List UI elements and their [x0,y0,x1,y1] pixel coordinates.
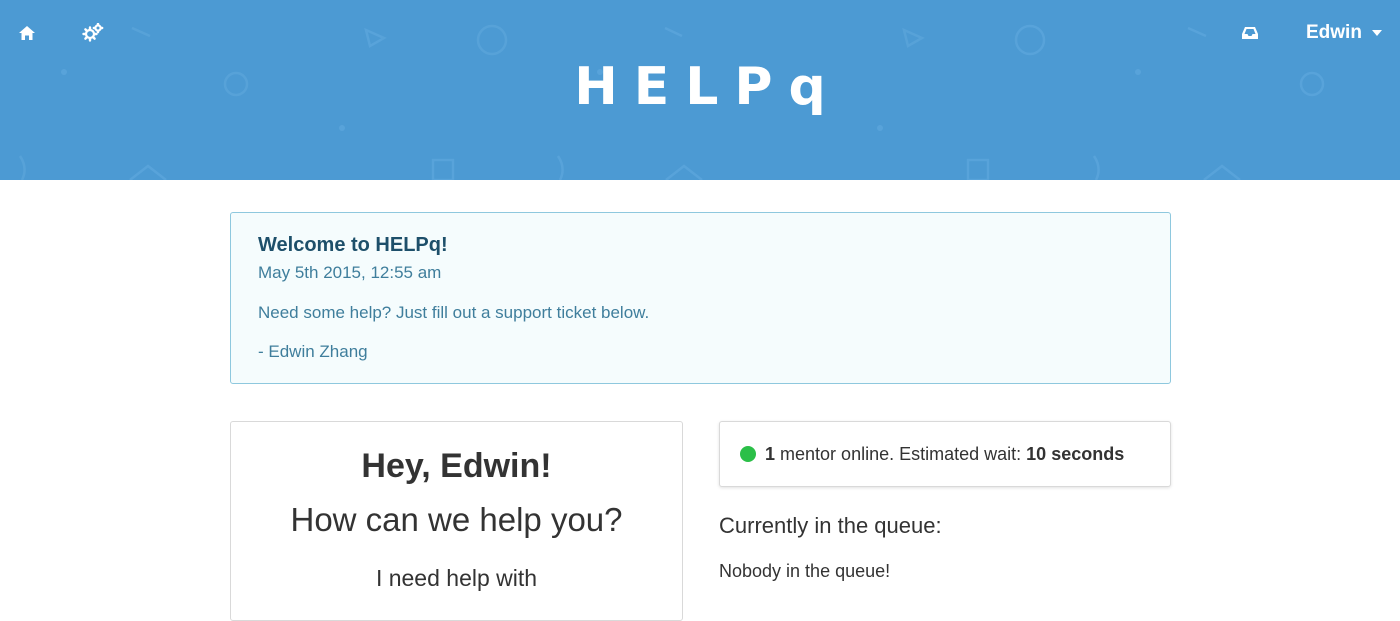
help-greeting: Hey, Edwin! [361,447,552,485]
queue-empty-message: Nobody in the queue! [719,561,891,581]
mentor-status-card: 1 mentor online. Estimated wait: 10 seco… [719,421,1171,487]
announcement-title: Welcome to HELPq! [258,234,448,256]
queue-heading: Currently in the queue: [719,513,942,538]
caret-down-icon[interactable] [1371,30,1382,36]
mentor-count: 1 [765,443,776,464]
online-status-dot-icon [740,446,756,462]
estimated-wait-time: 10 seconds [1026,443,1125,464]
mentor-status-label: mentor online. Estimated wait: [780,443,1022,464]
mentor-status-text: 1 mentor online. Estimated wait: 10 seco… [765,444,1124,465]
announcement-date: May 5th 2015, 12:55 am [258,263,442,282]
announcement-signature: - Edwin Zhang [258,342,368,361]
header-bar: Edwin HELPq [0,0,1400,180]
help-request-card: Hey, Edwin! How can we help you? I need … [230,421,683,621]
announcement-panel: Welcome to HELPq! May 5th 2015, 12:55 am… [230,212,1171,384]
user-menu-dropdown[interactable]: Edwin [1306,20,1382,46]
cogs-icon[interactable] [82,22,104,44]
user-name[interactable]: Edwin [1306,22,1362,44]
brand-logo-text: HELPq [574,57,842,117]
help-question: How can we help you? [290,501,623,538]
home-icon[interactable] [16,22,38,44]
inbox-icon[interactable] [1239,22,1261,44]
need-help-label: I need help with [375,565,538,591]
announcement-body: Need some help? Just fill out a support … [258,303,650,322]
